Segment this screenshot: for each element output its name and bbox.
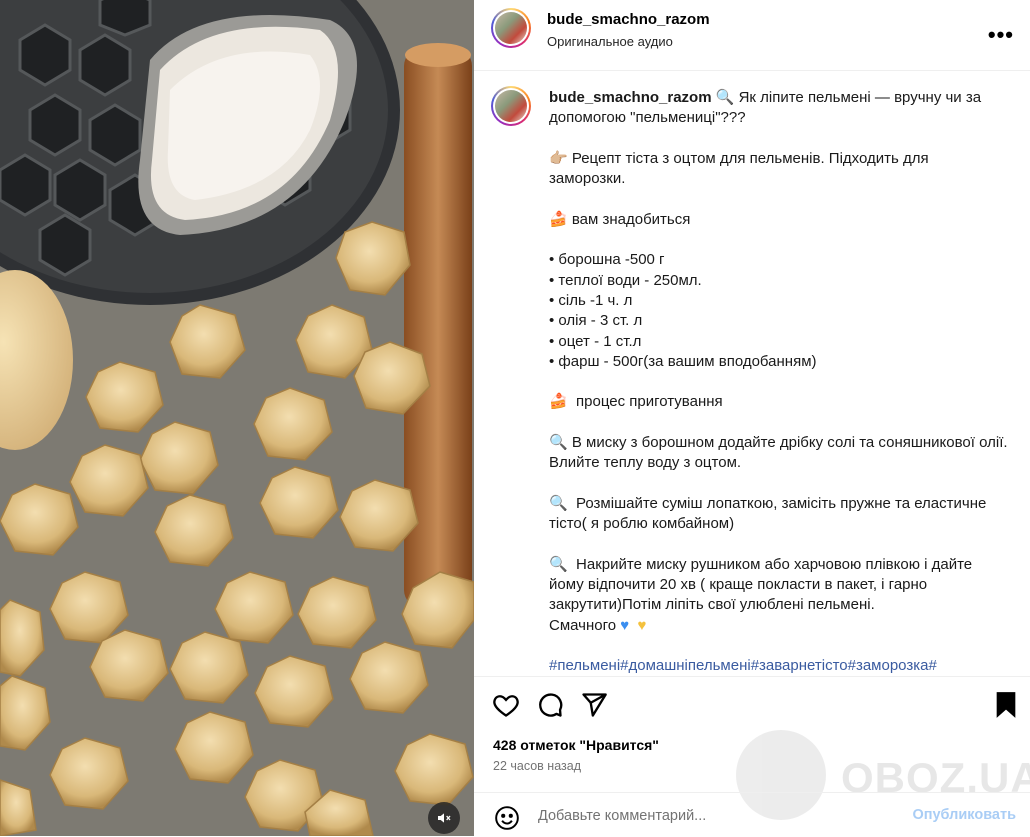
magnifier-emoji: 🔍 [549, 494, 568, 512]
post-caption: bude_smachno_razom 🔍 Як ліпите пельмені … [549, 88, 1009, 676]
dumplings-photo [0, 0, 474, 836]
avatar[interactable] [491, 8, 531, 48]
need-heading: вам знадобиться [571, 210, 691, 228]
ingredient-item: • теплої води - 250мл. [549, 271, 702, 289]
hashtags-link[interactable]: #пельмені#домашніпельмені#заварнетісто#з… [549, 656, 1009, 676]
post-media[interactable] [0, 0, 474, 836]
ingredient-item: • сіль -1 ч. л [549, 291, 633, 309]
likes-count[interactable]: 428 отметок "Нравится" [493, 737, 659, 753]
mute-button[interactable] [428, 802, 460, 834]
ingredient-item: • олія - 3 ст. л [549, 312, 643, 330]
more-options-icon[interactable]: ••• [988, 22, 1014, 48]
cake-emoji: 🍰 [549, 210, 568, 228]
ingredient-item: • фарш - 500г(за вашим вподобанням) [549, 352, 817, 370]
post-panel: bude_smachno_razom Оригинальное аудио ••… [474, 0, 1030, 836]
post-header: bude_smachno_razom Оригинальное аудио ••… [474, 0, 1030, 71]
process-heading: процес приготування [576, 393, 723, 411]
publish-button[interactable]: Опубликовать [912, 807, 1016, 823]
comment-icon[interactable] [536, 691, 566, 721]
comment-bar: Опубликовать [474, 792, 1030, 837]
recipe-intro: Рецепт тіста з оцтом для пельменів. Підх… [549, 149, 933, 188]
ingredient-item: • борошна -500 г [549, 251, 665, 269]
magnifier-emoji: 🔍 [549, 434, 568, 452]
magnifier-emoji: 🔍 [549, 555, 568, 573]
comment-input[interactable] [538, 805, 898, 827]
cake-emoji: 🍰 [549, 393, 568, 411]
step-1: В миску з борошном додайте дрібку солі т… [549, 434, 1008, 472]
post-time[interactable]: 22 часов назад [493, 759, 581, 773]
caption-avatar[interactable] [491, 86, 531, 126]
step-2: Розмішайте суміш лопаткою, замісіть пруж… [549, 494, 991, 533]
caption-username[interactable]: bude_smachno_razom [549, 89, 712, 106]
magnifier-emoji: 🔍 [715, 89, 735, 106]
ingredient-item: • оцет - 1 ст.л [549, 332, 642, 350]
closing-text: Смачного [549, 616, 617, 634]
header-username[interactable]: bude_smachno_razom [547, 11, 710, 28]
share-icon[interactable] [580, 691, 610, 721]
audio-label[interactable]: Оригинальное аудио [547, 34, 673, 49]
yellow-heart-emoji: ♥ [637, 616, 647, 634]
action-bar [474, 676, 1030, 737]
speaker-muted-icon [436, 810, 452, 826]
heart-icon[interactable] [492, 691, 522, 721]
bookmark-icon[interactable] [994, 691, 1024, 721]
step-3: Накрийте миску рушником або харчовою плі… [549, 555, 977, 614]
pointing-finger-emoji: 👉🏼 [549, 149, 568, 167]
emoji-icon[interactable] [494, 805, 520, 831]
blue-heart-emoji: ♥ [620, 616, 630, 634]
